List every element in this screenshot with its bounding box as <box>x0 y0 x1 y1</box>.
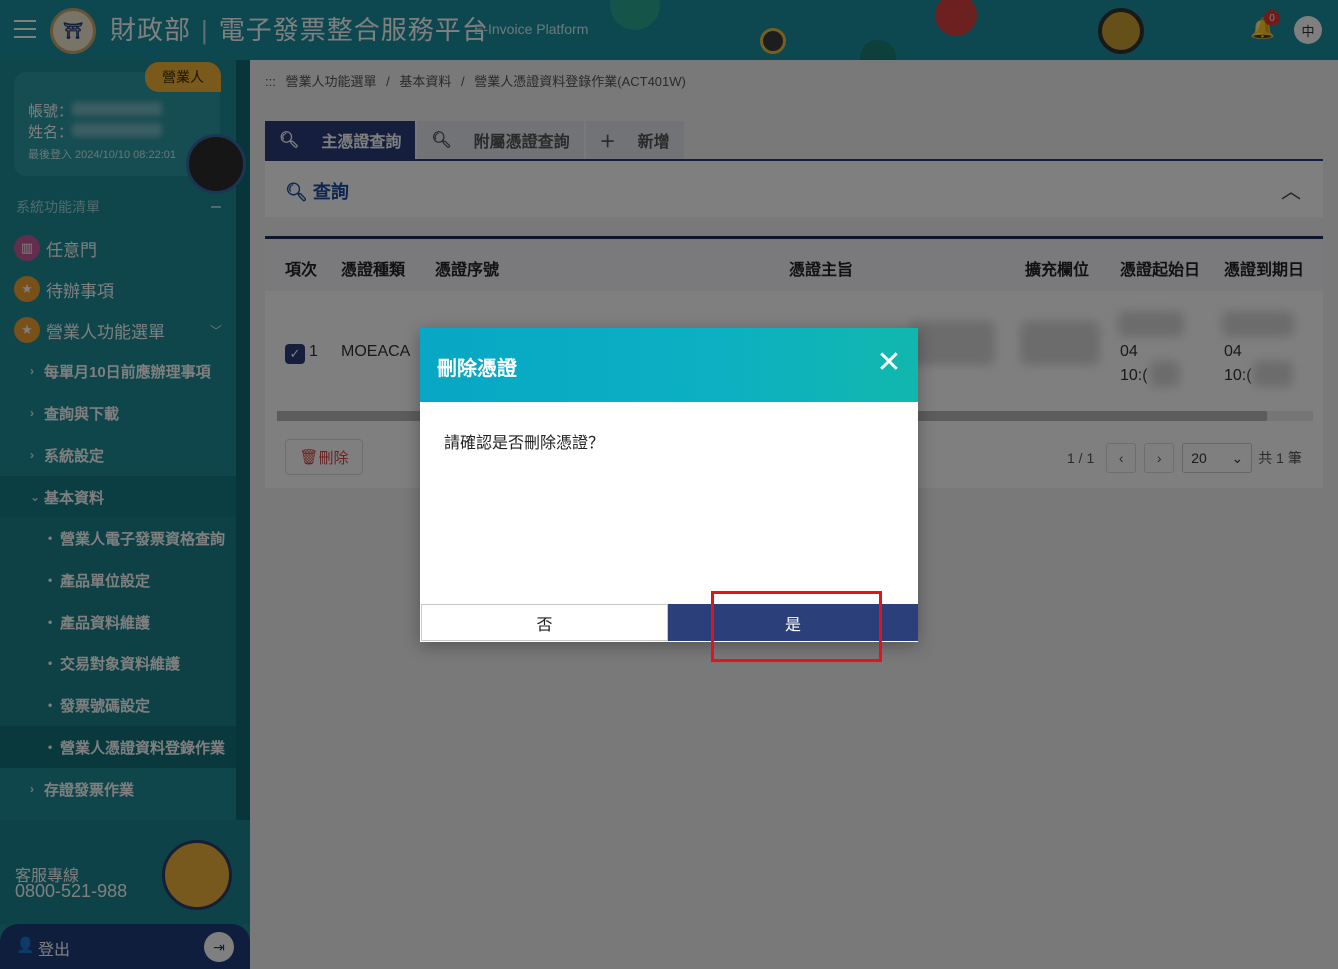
delete-certificate-dialog: 刪除憑證 ✕ 請確認是否刪除憑證？ 否 是 <box>420 328 918 642</box>
dialog-title: 刪除憑證 <box>437 358 517 380</box>
yes-button[interactable]: 是 <box>668 604 918 641</box>
dialog-message: 請確認是否刪除憑證？ <box>444 435 605 452</box>
close-icon[interactable]: ✕ <box>874 348 904 378</box>
dialog-header: 刪除憑證 ✕ <box>420 328 918 402</box>
no-button[interactable]: 否 <box>421 604 668 641</box>
